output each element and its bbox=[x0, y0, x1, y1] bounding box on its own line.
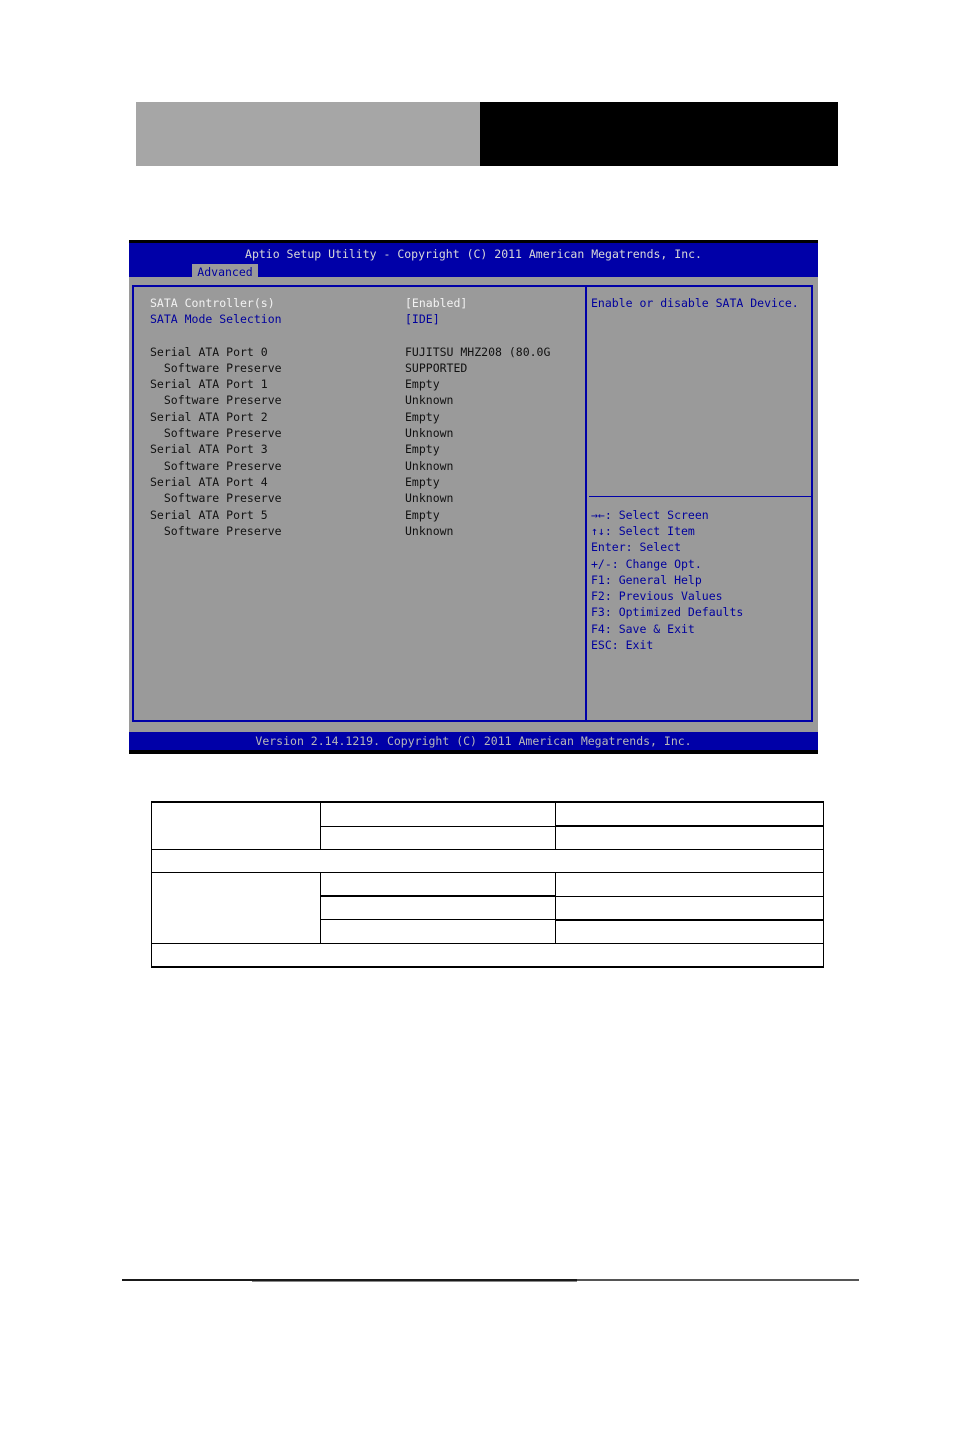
info-row-port1: Serial ATA Port 1 Empty bbox=[150, 376, 440, 392]
info-value: Unknown bbox=[405, 459, 454, 473]
info-value: Unknown bbox=[405, 426, 454, 440]
table-row bbox=[151, 801, 824, 850]
setting-sata-controllers[interactable]: SATA Controller(s) [Enabled] bbox=[150, 295, 467, 311]
info-row-port4: Serial ATA Port 4 Empty bbox=[150, 474, 440, 490]
info-row-port3: Serial ATA Port 3 Empty bbox=[150, 441, 440, 457]
options-table bbox=[151, 801, 824, 968]
table-row bbox=[151, 872, 824, 944]
setting-value[interactable]: [Enabled] bbox=[405, 295, 467, 311]
info-value: Empty bbox=[405, 508, 440, 522]
help-divider bbox=[589, 496, 811, 497]
table-cell bbox=[555, 872, 824, 897]
key-help-f3: F3: Optimized Defaults bbox=[591, 605, 744, 619]
info-label: Serial ATA Port 3 bbox=[150, 442, 268, 456]
table-cell bbox=[151, 849, 824, 873]
info-label: Software Preserve bbox=[150, 459, 282, 473]
info-value: SUPPORTED bbox=[405, 361, 468, 375]
setting-sata-mode-selection[interactable]: SATA Mode Selection [IDE] bbox=[150, 311, 440, 327]
table-cell bbox=[555, 801, 824, 827]
info-row-port0: Serial ATA Port 0 FUJITSU MHZ208 (80.0G bbox=[150, 344, 550, 360]
key-help-f2: F2: Previous Values bbox=[591, 589, 723, 603]
info-label: Serial ATA Port 4 bbox=[150, 475, 268, 489]
info-value: Empty bbox=[405, 410, 440, 424]
key-help-esc: ESC: Exit bbox=[591, 638, 654, 652]
bios-title-bar: Aptio Setup Utility - Copyright (C) 2011… bbox=[129, 243, 818, 280]
info-label: Serial ATA Port 1 bbox=[150, 377, 268, 391]
table-cell bbox=[555, 895, 824, 920]
bios-screenshot: Aptio Setup Utility - Copyright (C) 2011… bbox=[129, 240, 818, 754]
info-label: Software Preserve bbox=[150, 393, 282, 407]
table-cell bbox=[319, 825, 557, 850]
bios-title: Aptio Setup Utility - Copyright (C) 2011… bbox=[245, 247, 702, 261]
table-cell bbox=[151, 801, 321, 850]
info-value: Unknown bbox=[405, 393, 454, 407]
info-row-port3-preserve: Software Preserve Unknown bbox=[150, 458, 454, 474]
info-label: Software Preserve bbox=[150, 361, 282, 375]
info-row-port5: Serial ATA Port 5 Empty bbox=[150, 507, 440, 523]
help-description: Enable or disable SATA Device. bbox=[591, 296, 799, 310]
key-help-change-opt: +/-: Change Opt. bbox=[591, 557, 702, 571]
bios-version-footer: Version 2.14.1219. Copyright (C) 2011 Am… bbox=[129, 732, 818, 750]
info-value: Unknown bbox=[405, 491, 454, 505]
info-row-port4-preserve: Software Preserve Unknown bbox=[150, 490, 454, 506]
table-cell bbox=[319, 895, 557, 920]
info-row-port0-preserve: Software Preserve SUPPORTED bbox=[150, 360, 467, 376]
footer-rule-under bbox=[252, 1281, 577, 1282]
table-cell bbox=[555, 825, 824, 850]
info-label: Serial ATA Port 0 bbox=[150, 345, 268, 359]
info-row-port2-preserve: Software Preserve Unknown bbox=[150, 425, 454, 441]
table-row bbox=[151, 942, 824, 968]
info-value: Empty bbox=[405, 442, 440, 456]
info-value: Unknown bbox=[405, 524, 454, 538]
info-row-port1-preserve: Software Preserve Unknown bbox=[150, 392, 454, 408]
info-value: FUJITSU MHZ208 (80.0G bbox=[405, 345, 551, 359]
info-label: Software Preserve bbox=[150, 426, 282, 440]
setting-value[interactable]: [IDE] bbox=[405, 311, 440, 327]
table-cell bbox=[151, 872, 321, 944]
key-help-select-item: ↑↓: Select Item bbox=[591, 524, 695, 538]
table-cell bbox=[319, 919, 557, 944]
bios-body: SATA Controller(s) [Enabled] SATA Mode S… bbox=[129, 277, 818, 732]
info-row-port2: Serial ATA Port 2 Empty bbox=[150, 409, 440, 425]
table-cell bbox=[319, 872, 557, 897]
key-help-enter: Enter: Select bbox=[591, 540, 682, 554]
panel-divider bbox=[585, 285, 587, 722]
info-label: Software Preserve bbox=[150, 491, 282, 505]
header-gray-band bbox=[136, 102, 480, 166]
setting-label: SATA Controller(s) bbox=[150, 296, 275, 310]
info-value: Empty bbox=[405, 475, 440, 489]
info-value: Empty bbox=[405, 377, 440, 391]
info-label: Software Preserve bbox=[150, 524, 282, 538]
header-black-band bbox=[480, 102, 838, 166]
key-help-f1: F1: General Help bbox=[591, 573, 702, 587]
table-cell bbox=[151, 942, 824, 968]
table-cell bbox=[319, 801, 557, 827]
key-help-select-screen: →←: Select Screen bbox=[591, 508, 709, 522]
info-label: Serial ATA Port 5 bbox=[150, 508, 268, 522]
footer-rule-light bbox=[577, 1279, 859, 1281]
info-row-port5-preserve: Software Preserve Unknown bbox=[150, 523, 454, 539]
table-row bbox=[151, 849, 824, 873]
key-help-f4: F4: Save & Exit bbox=[591, 622, 695, 636]
table-cell bbox=[555, 918, 824, 944]
info-label: Serial ATA Port 2 bbox=[150, 410, 268, 424]
setting-label: SATA Mode Selection bbox=[150, 312, 282, 326]
